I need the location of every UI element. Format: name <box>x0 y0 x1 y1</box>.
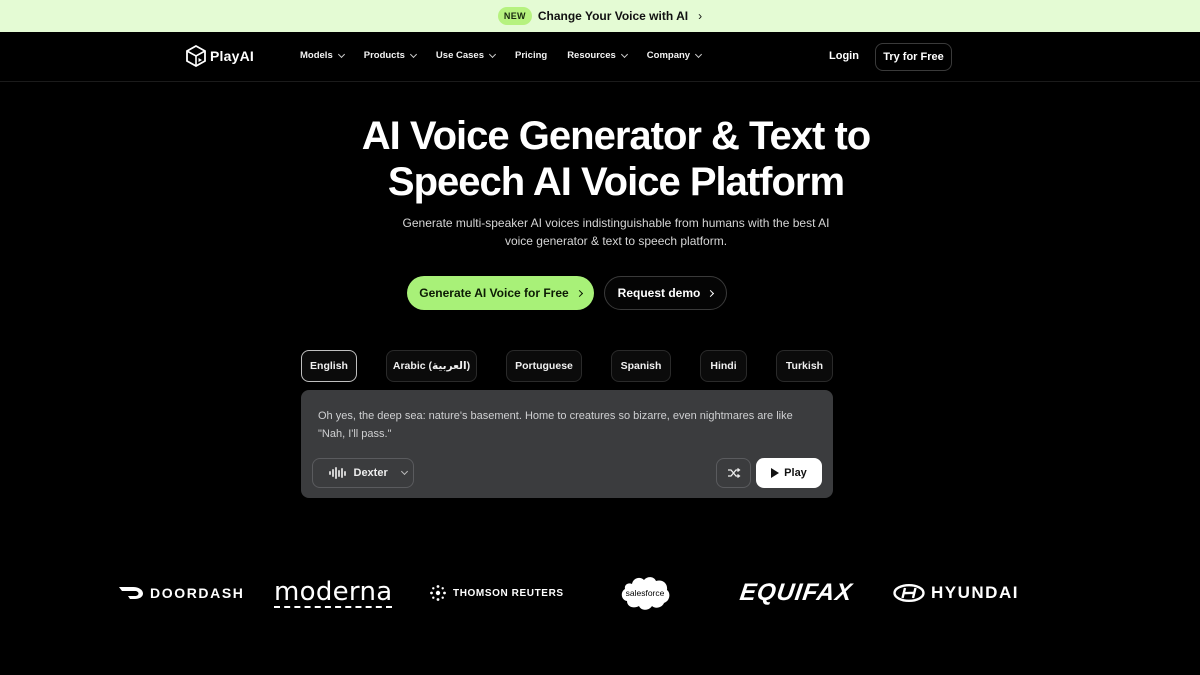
shuffle-button[interactable] <box>716 458 751 488</box>
moderna-wordmark: moderna <box>274 576 393 608</box>
thomson-reuters-dots-icon <box>430 585 446 601</box>
chevron-down-icon <box>409 50 417 58</box>
thomson-reuters-wordmark: THOMSON REUTERS <box>453 587 564 599</box>
nav-label: Pricing <box>514 50 548 61</box>
new-badge: NEW <box>497 7 532 25</box>
voice-name: Dexter <box>353 467 388 479</box>
salesforce-logo: salesforce <box>618 572 672 614</box>
equifax-logo: EQUIFAX <box>738 572 855 614</box>
hero-title-line-2: Speech AI Voice Platform <box>387 160 845 204</box>
salesforce-wordmark: salesforce <box>626 588 665 598</box>
language-tab-english[interactable]: English <box>301 350 357 382</box>
hero-title-line-1: AI Voice Generator & Text to <box>361 114 871 158</box>
waveform-icon <box>329 467 346 479</box>
shuffle-icon <box>727 468 740 478</box>
language-tab-portuguese[interactable]: Portuguese <box>506 350 582 382</box>
equifax-wordmark: EQUIFAX <box>738 579 855 606</box>
play-label: Play <box>784 467 807 479</box>
language-tab-spanish[interactable]: Spanish <box>611 350 671 382</box>
customer-logos: DOORDASH moderna THOMSON REUTERS salesfo… <box>0 572 1200 614</box>
chevron-down-icon <box>695 50 703 58</box>
generate-voice-label: Generate AI Voice for Free <box>419 286 569 300</box>
nav-label: Company <box>646 50 691 61</box>
hero-subtitle: Generate multi-speaker AI voices indisti… <box>0 214 1200 250</box>
nav-label: Products <box>363 50 405 61</box>
sample-text[interactable]: Oh yes, the deep sea: nature's basement.… <box>318 407 818 443</box>
playai-cube-icon <box>186 45 206 67</box>
chevron-down-icon <box>400 467 408 476</box>
nav-item-models[interactable]: Models <box>300 50 345 61</box>
nav-item-company[interactable]: Company <box>646 50 703 61</box>
chevron-right-icon <box>575 289 583 297</box>
language-tab-turkish[interactable]: Turkish <box>776 350 833 382</box>
hero-title: AI Voice Generator & Text to Speech AI V… <box>0 113 1200 205</box>
play-button[interactable]: Play <box>756 458 822 488</box>
doordash-logo: DOORDASH <box>118 572 244 614</box>
nav-label: Use Cases <box>435 50 484 61</box>
voice-selector[interactable]: Dexter <box>312 458 414 488</box>
chevron-right-icon: › <box>698 9 703 23</box>
language-tab-arabic[interactable]: Arabic (العربية) <box>386 350 477 382</box>
login-link[interactable]: Login <box>829 50 859 62</box>
doordash-dash-icon <box>119 587 143 599</box>
chevron-right-icon <box>707 289 715 297</box>
nav-item-products[interactable]: Products <box>363 50 417 61</box>
nav-label: Resources <box>567 50 616 61</box>
request-demo-button[interactable]: Request demo <box>604 276 727 310</box>
generate-voice-button[interactable]: Generate AI Voice for Free <box>407 276 594 310</box>
main-menu: Models Products Use Cases Pricing Resour… <box>300 50 703 61</box>
doordash-wordmark: DOORDASH <box>150 585 245 601</box>
playai-logo[interactable]: PlayAI <box>186 45 254 67</box>
hyundai-wordmark: HYUNDAI <box>931 583 1019 602</box>
chevron-down-icon <box>337 50 345 58</box>
hero-subtitle-line-1: Generate multi-speaker AI voices indisti… <box>402 216 830 230</box>
hero-subtitle-line-2: voice generator & text to speech platfor… <box>504 234 728 248</box>
announcement-bar[interactable]: NEW Change Your Voice with AI › <box>0 0 1200 32</box>
announcement-text[interactable]: Change Your Voice with AI <box>538 9 688 23</box>
request-demo-label: Request demo <box>617 286 701 300</box>
logo-text: PlayAI <box>210 48 254 64</box>
thomson-reuters-logo: THOMSON REUTERS <box>429 572 564 614</box>
top-nav: PlayAI Models Products Use Cases Pricing… <box>0 32 1200 82</box>
chevron-down-icon <box>488 50 497 58</box>
chevron-down-icon <box>620 50 628 58</box>
salesforce-cloud-icon: salesforce <box>621 577 670 610</box>
moderna-logo: moderna <box>274 572 393 614</box>
nav-item-resources[interactable]: Resources <box>567 50 628 61</box>
language-tab-hindi[interactable]: Hindi <box>700 350 747 382</box>
hyundai-emblem-icon <box>893 584 925 602</box>
nav-label: Models <box>300 50 333 61</box>
nav-item-pricing[interactable]: Pricing <box>515 50 547 61</box>
play-icon <box>771 468 780 478</box>
tts-demo-card: Oh yes, the deep sea: nature's basement.… <box>301 390 833 498</box>
try-for-free-button[interactable]: Try for Free <box>875 43 952 71</box>
hyundai-logo: HYUNDAI <box>893 572 1019 614</box>
nav-item-use-cases[interactable]: Use Cases <box>435 50 497 61</box>
